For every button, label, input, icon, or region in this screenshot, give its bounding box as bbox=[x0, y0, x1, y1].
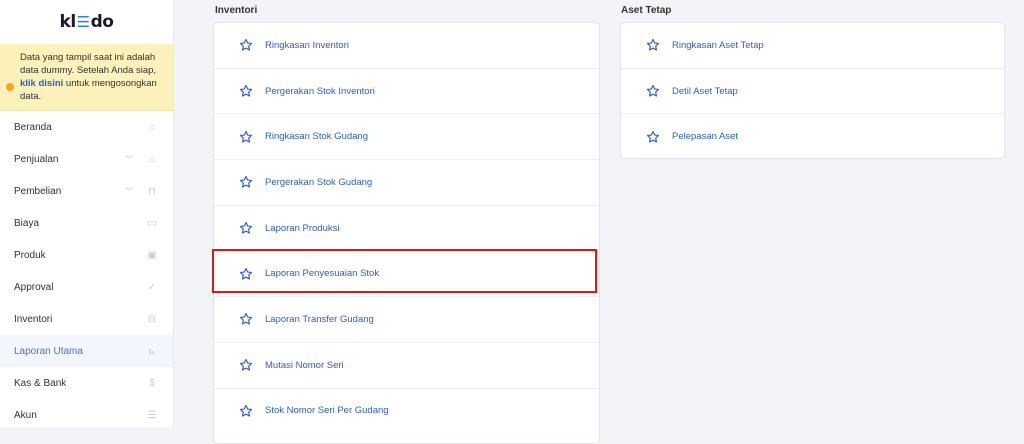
sidebar-item-label: Inventori bbox=[14, 313, 53, 325]
report-label: Laporan Transfer Gudang bbox=[265, 313, 374, 325]
star-icon[interactable] bbox=[239, 312, 253, 326]
sidebar-item-label: Kas & Bank bbox=[14, 377, 67, 389]
report-label: Ringkasan Inventori bbox=[265, 39, 349, 51]
report-label: Pelepasan Aset bbox=[672, 131, 739, 143]
sidebar-item-inventori[interactable]: Inventori ⊟ bbox=[0, 303, 173, 335]
highlight-box bbox=[212, 249, 597, 293]
star-icon[interactable] bbox=[239, 358, 253, 372]
sidebar-item-beranda[interactable]: Beranda ⌂ bbox=[0, 111, 173, 143]
star-icon[interactable] bbox=[239, 175, 253, 189]
chevron-down-icon[interactable]: ﹀ bbox=[125, 186, 133, 197]
sidebar-item-biaya[interactable]: Biaya ▭ bbox=[0, 207, 173, 239]
sidebar-item-penjualan[interactable]: Penjualan ﹀ ⌓ bbox=[0, 143, 173, 175]
star-icon[interactable] bbox=[646, 84, 660, 98]
report-label: Stok Nomor Seri Per Gudang bbox=[265, 405, 389, 417]
sidebar-item-label: Akun bbox=[14, 409, 37, 421]
star-icon[interactable] bbox=[239, 38, 253, 52]
briefcase-icon: ⊟ bbox=[147, 313, 157, 325]
report-label: Detil Aset Tetap bbox=[672, 85, 738, 97]
kledo-logo[interactable]: kl ☰ do bbox=[0, 0, 173, 44]
sidebar-item-label: Penjualan bbox=[14, 153, 59, 165]
report-link-mutasi-nomor-seri[interactable]: Mutasi Nomor Seri bbox=[214, 343, 599, 389]
basket-icon: ⌓ bbox=[148, 153, 156, 165]
aset-tetap-card: Ringkasan Aset Tetap Detil Aset Tetap Pele… bbox=[620, 22, 1005, 159]
logo-mark-icon: ☰ bbox=[76, 13, 90, 31]
report-label: Laporan Produksi bbox=[265, 222, 340, 234]
clear-data-link[interactable]: klik disini bbox=[20, 78, 63, 89]
check-icon: ✓ bbox=[147, 281, 157, 293]
inventori-heading: Inventori bbox=[215, 5, 258, 16]
sidebar: kl ☰ do Data yang tampil saat ini adalah… bbox=[0, 0, 174, 427]
report-link-detil-aset-tetap[interactable]: Detil Aset Tetap bbox=[621, 69, 1004, 115]
report-link-pelepasan-aset[interactable]: Pelepasan Aset bbox=[621, 114, 1004, 159]
report-link-ringkasan-aset-tetap[interactable]: Ringkasan Aset Tetap bbox=[621, 23, 1004, 69]
report-link-stok-nomor-seri-per-gudang[interactable]: Stok Nomor Seri Per Gudang bbox=[214, 389, 599, 434]
notice-text-before: Data yang tampil saat ini adalah data du… bbox=[20, 52, 157, 76]
sidebar-item-akun[interactable]: Akun ☰ bbox=[0, 399, 173, 431]
bag-icon: ⊓ bbox=[148, 185, 156, 197]
sidebar-item-label: Biaya bbox=[14, 217, 40, 229]
sidebar-item-label: Approval bbox=[14, 281, 54, 293]
star-icon[interactable] bbox=[646, 38, 660, 52]
report-link-ringkasan-inventori[interactable]: Ringkasan Inventori bbox=[214, 23, 599, 69]
list-icon: ☰ bbox=[147, 409, 157, 421]
sidebar-item-kas-bank[interactable]: Kas & Bank $ bbox=[0, 367, 173, 399]
logo-text-right: do bbox=[90, 12, 114, 32]
report-label: Pergerakan Stok Inventori bbox=[265, 85, 375, 97]
dollar-icon: $ bbox=[149, 377, 155, 389]
sidebar-item-approval[interactable]: Approval ✓ bbox=[0, 271, 173, 303]
star-icon[interactable] bbox=[239, 130, 253, 144]
report-label: Ringkasan Stok Gudang bbox=[265, 131, 368, 143]
report-label: Mutasi Nomor Seri bbox=[265, 359, 344, 371]
report-link-pergerakan-stok-gudang[interactable]: Pergerakan Stok Gudang bbox=[214, 160, 599, 206]
sidebar-item-label: Produk bbox=[14, 249, 46, 261]
report-label: Pergerakan Stok Gudang bbox=[265, 176, 373, 188]
warning-dot-icon bbox=[6, 83, 14, 91]
inventori-card: Ringkasan Inventori Pergerakan Stok Inven… bbox=[213, 22, 600, 444]
star-icon[interactable] bbox=[239, 404, 253, 418]
report-link-pergerakan-stok-inventori[interactable]: Pergerakan Stok Inventori bbox=[214, 69, 599, 115]
aset-tetap-heading: Aset Tetap bbox=[621, 5, 672, 16]
report-link-ringkasan-stok-gudang[interactable]: Ringkasan Stok Gudang bbox=[214, 114, 599, 161]
sidebar-menu: Beranda ⌂ Penjualan ﹀ ⌓ Pembelian ﹀ ⊓ Biaya ▭ Prod… bbox=[0, 111, 173, 431]
star-icon[interactable] bbox=[239, 221, 253, 235]
card-icon: ▭ bbox=[147, 217, 157, 229]
report-link-laporan-produksi[interactable]: Laporan Produksi bbox=[214, 206, 599, 252]
sidebar-item-laporan-utama[interactable]: Laporan Utama ⊾ bbox=[0, 335, 173, 367]
sidebar-item-label: Laporan Utama bbox=[14, 345, 83, 357]
home-icon: ⌂ bbox=[148, 121, 156, 133]
chevron-down-icon[interactable]: ﹀ bbox=[125, 154, 133, 165]
report-label: Ringkasan Aset Tetap bbox=[672, 39, 764, 51]
box-icon: ▣ bbox=[147, 249, 157, 261]
star-icon[interactable] bbox=[239, 84, 253, 98]
star-icon[interactable] bbox=[646, 130, 660, 144]
sidebar-item-produk[interactable]: Produk ▣ bbox=[0, 239, 173, 271]
sidebar-item-label: Pembelian bbox=[14, 185, 62, 197]
dummy-data-notice: Data yang tampil saat ini adalah data du… bbox=[0, 44, 173, 111]
sidebar-item-label: Beranda bbox=[14, 121, 52, 133]
logo-text-left: kl bbox=[59, 12, 77, 32]
report-link-laporan-transfer-gudang[interactable]: Laporan Transfer Gudang bbox=[214, 297, 599, 343]
sidebar-item-pembelian[interactable]: Pembelian ﹀ ⊓ bbox=[0, 175, 173, 207]
chart-icon: ⊾ bbox=[147, 345, 157, 357]
